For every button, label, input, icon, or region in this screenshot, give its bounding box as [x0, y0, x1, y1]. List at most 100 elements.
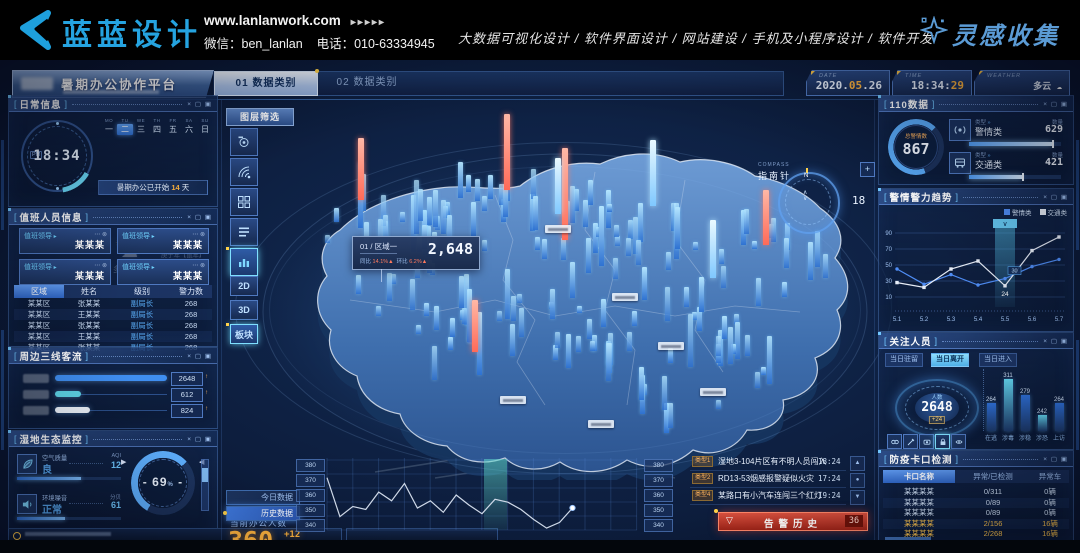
eco-gauge: - 69% -: [131, 451, 195, 515]
weekday-SU[interactable]: SU日: [197, 118, 213, 135]
gauge-slider[interactable]: [201, 459, 209, 511]
checkpoint-panel: [防疫卡口检测] 卡口名称异常/已检测异常车 某某某某0/3110辆某某某某0/…: [878, 450, 1074, 544]
camera-icon[interactable]: [919, 434, 934, 449]
logo-text: 蓝蓝设计: [62, 10, 202, 54]
cp-header-1[interactable]: 卡口名称: [883, 470, 955, 483]
duty-leader-card: 值班领导某某某: [117, 228, 209, 254]
focus-tab-3[interactable]: 当日进入: [979, 353, 1017, 367]
window-control-icons[interactable]: [1043, 193, 1068, 201]
weather-value: 多云 ☁: [1033, 79, 1062, 92]
eye-icon[interactable]: [951, 434, 966, 449]
focus-tab-2[interactable]: 当日离开: [931, 353, 969, 367]
svg-text:5.5: 5.5: [1001, 317, 1010, 323]
handcuff-icon[interactable]: [887, 434, 902, 449]
map-label: [612, 293, 638, 301]
layer-btn-板块[interactable]: 板块: [230, 324, 258, 344]
window-control-icons[interactable]: [1043, 100, 1068, 108]
legend-警情类: 警情类: [996, 210, 1032, 217]
window-control-icons[interactable]: [1043, 337, 1068, 345]
svg-text:5.3: 5.3: [947, 317, 956, 323]
layer-btn-camera-icon[interactable]: [230, 128, 258, 156]
window-control-icons[interactable]: [187, 352, 212, 360]
trend-legend: 警情类交通类: [996, 207, 1067, 217]
map-label: [500, 396, 526, 404]
analog-clock: PM 18:34: [21, 120, 93, 192]
panel-title: 周边三线客流: [20, 349, 83, 363]
cp-header-2[interactable]: 异常/已检测: [955, 470, 1031, 483]
eco-metric-环境噪音: 环境噪音正常分贝61: [17, 493, 125, 527]
weekday-SA[interactable]: SA六: [181, 118, 197, 135]
focus-tab-1[interactable]: 当日驻留: [885, 353, 923, 367]
weekday-WE[interactable]: WE三: [133, 118, 149, 135]
layer-btn-radar-icon[interactable]: [230, 158, 258, 186]
card-more-icon[interactable]: [192, 262, 205, 269]
speaker-icon: [17, 494, 37, 514]
lock-icon[interactable]: [935, 434, 950, 449]
syringe-icon[interactable]: [903, 434, 918, 449]
duty-leader-card: 值班领导某某某: [19, 259, 111, 285]
layer-btn-grid-icon[interactable]: [230, 188, 258, 216]
layer-btn-bar-chart-icon[interactable]: [230, 248, 258, 276]
alert-row[interactable]: 类型4某路口有小汽车连闯三个红灯19:24: [690, 488, 846, 505]
edge-accent: [1, 330, 4, 450]
alert-row[interactable]: 类型2RD13-53烟感报警疑似火灾17:24: [690, 471, 846, 488]
window-control-icons[interactable]: [187, 213, 212, 221]
map-zoom-in-button[interactable]: +: [860, 162, 875, 177]
date-value: 2020.05.26: [816, 79, 882, 92]
table-row: 某某区王某某副局长268: [14, 309, 212, 320]
y-label: 380: [644, 459, 673, 472]
table-row: 某某区王某某副局长268: [14, 331, 212, 342]
trend-line-chart: 9070503010∨30245.15.25.35.45.55.65.7: [883, 217, 1069, 327]
panel-title: 关注人员: [890, 334, 932, 348]
office-btn-1[interactable]: 今日数据: [226, 490, 300, 505]
weekday-MO[interactable]: MO一: [101, 118, 117, 135]
office-btn-2[interactable]: 历史数据: [226, 506, 300, 521]
card-more-icon[interactable]: [94, 231, 107, 238]
collect-label: 灵感收集: [952, 16, 1060, 51]
alert-scroll-down[interactable]: ▼: [850, 490, 865, 505]
edge-accent: [1076, 340, 1079, 450]
panel-title: 湿地生态监控: [20, 432, 83, 446]
svg-text:5.6: 5.6: [1028, 317, 1037, 323]
alert-row[interactable]: 类型1湿地3-104片区有不明人员闯入18:24: [690, 454, 846, 471]
map-label: [658, 342, 684, 350]
office-line-chart: [324, 456, 640, 534]
alert-history-banner[interactable]: ▽ 告警历史 36: [718, 512, 868, 531]
gauge-value: 867: [888, 140, 944, 158]
layer-btn-list-icon[interactable]: [230, 218, 258, 246]
y-label: 370: [644, 474, 673, 487]
window-control-icons[interactable]: [187, 100, 212, 108]
card-more-icon[interactable]: [192, 231, 205, 238]
cp-header-3[interactable]: 异常车: [1031, 470, 1069, 483]
svg-text:5.1: 5.1: [893, 317, 902, 323]
map-3d-view[interactable]: [255, 100, 875, 480]
layer-btn-2D[interactable]: 2D: [230, 276, 258, 296]
weather-label: WEATHER: [987, 73, 1021, 79]
table-row: 某某区张某某副局长268: [14, 298, 212, 309]
compass-en-label: COMPASS: [758, 162, 790, 168]
alert-scroll-dot[interactable]: ●: [850, 473, 865, 488]
weekday-TU[interactable]: TU二: [117, 118, 133, 135]
tab-1[interactable]: 01 数据类别: [214, 71, 318, 96]
panel-title: 防疫卡口检测: [890, 452, 953, 466]
checkpoint-table-header[interactable]: 卡口名称异常/已检测异常车: [883, 470, 1069, 483]
checkpoint-row: 某某某某0/890辆: [883, 508, 1069, 519]
panel-title: 警情警力趋势: [890, 190, 953, 204]
blurred-madeby-text: [25, 532, 111, 536]
alert-scroll-up[interactable]: ▲: [850, 456, 865, 471]
website-url: www.lanlanwork.com: [204, 13, 341, 28]
weekday-TH[interactable]: TH四: [149, 118, 165, 135]
window-control-icons[interactable]: [1043, 455, 1068, 463]
y-label: 340: [296, 519, 325, 532]
gauge-left-arrow[interactable]: ▶: [121, 458, 126, 466]
weekday-FR[interactable]: FR五: [165, 118, 181, 135]
flow-row: 2648↑: [19, 372, 209, 386]
total-alarm-gauge: 总警情数 867: [888, 119, 944, 175]
tab-2[interactable]: 02 数据类别: [316, 71, 418, 94]
svg-text:30: 30: [885, 279, 892, 285]
arrows-decoration: ▸▸▸▸▸: [351, 17, 386, 28]
card-more-icon[interactable]: [94, 262, 107, 269]
window-control-icons[interactable]: [187, 435, 212, 443]
checkpoint-row: 某某某某2/15616辆: [883, 519, 1069, 530]
layer-btn-3D[interactable]: 3D: [230, 300, 258, 320]
